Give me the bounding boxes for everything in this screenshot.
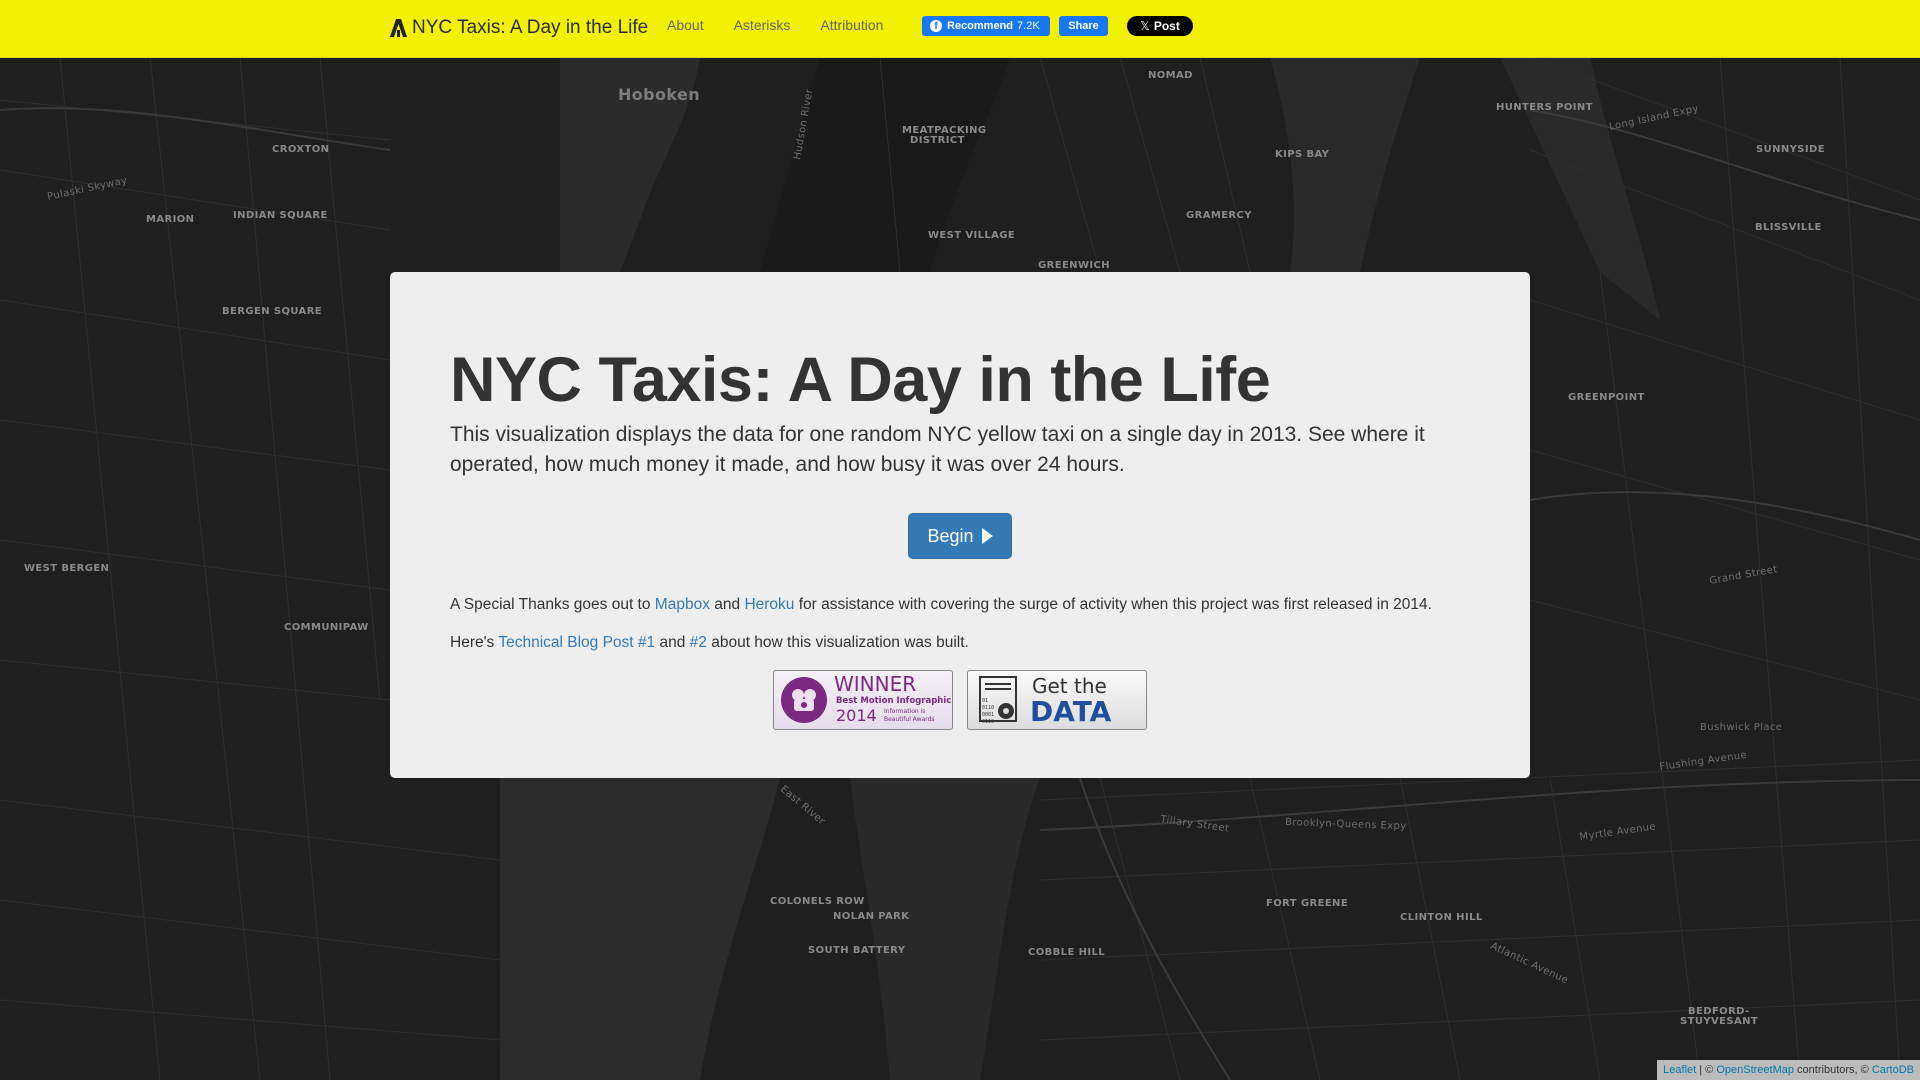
map-label: HUNTERS POINT (1496, 102, 1593, 113)
thanks-text: A Special Thanks goes out to Mapbox and … (450, 595, 1432, 615)
thanks-suffix: for assistance with covering the surge o… (794, 596, 1432, 613)
cartodb-link[interactable]: CartoDB (1872, 1064, 1914, 1076)
blog-prefix: Here's (450, 634, 499, 651)
mapbox-link[interactable]: Mapbox (655, 596, 710, 613)
map-label: DISTRICT (910, 135, 965, 146)
attribution-sep: | © (1696, 1064, 1717, 1076)
blog-and: and (655, 634, 690, 651)
map-label: FORT GREENE (1266, 898, 1348, 909)
map-label: INDIAN SQUARE (233, 210, 328, 221)
begin-button[interactable]: Begin (908, 513, 1012, 559)
page-title: NYC Taxis: A Day in the Life (450, 345, 1271, 415)
map-label: SOUTH BATTERY (808, 945, 906, 956)
x-post-label: Post (1153, 19, 1180, 33)
map-label: Hoboken (618, 85, 700, 104)
data-line2: DATA (1030, 695, 1112, 728)
map-label: NOLAN PARK (833, 911, 910, 922)
blog-post-2-link[interactable]: #2 (690, 634, 707, 651)
blog-post-1-link[interactable]: Technical Blog Post #1 (498, 634, 655, 651)
map-attribution: Leaflet | © OpenStreetMap contributors, … (1657, 1060, 1920, 1080)
map-label: COMMUNIPAW (284, 622, 369, 633)
brand-title: NYC Taxis: A Day in the Life (412, 17, 649, 38)
leaflet-link[interactable]: Leaflet (1663, 1064, 1696, 1076)
map-label: GREENPOINT (1568, 392, 1645, 403)
heroku-link[interactable]: Heroku (744, 596, 794, 613)
begin-label: Begin (927, 525, 974, 546)
play-icon (981, 528, 993, 544)
attribution-contrib: contributors, © (1794, 1064, 1872, 1076)
data-bits-2: 0110 (982, 705, 994, 711)
map-label: NOMAD (1148, 70, 1193, 81)
map-street-label: Bushwick Place (1700, 722, 1782, 733)
facebook-share-button[interactable]: Share (1059, 16, 1108, 36)
facebook-icon: f (930, 20, 942, 32)
map-label: WEST VILLAGE (928, 230, 1015, 241)
map-label: BLISSVILLE (1755, 222, 1822, 233)
thanks-prefix: A Special Thanks goes out to (450, 596, 655, 613)
map-label: BERGEN SQUARE (222, 306, 322, 317)
map-label: STUYVESANT (1680, 1016, 1758, 1027)
data-bits-4: 0110 (982, 719, 994, 725)
nav-asterisks[interactable]: Asterisks (734, 16, 791, 34)
fb-recommend-label: Recommend (947, 20, 1014, 32)
map-label: MARION (146, 214, 194, 225)
nav-about[interactable]: About (667, 16, 704, 34)
fb-share-label: Share (1068, 20, 1099, 32)
winner-badge[interactable]: WINNER Best Motion Infographic 2014 Info… (773, 670, 953, 730)
nav-links: About Asterisks Attribution (667, 16, 913, 34)
top-navbar: NYC Taxis: A Day in the Life About Aster… (0, 0, 1920, 58)
x-post-button[interactable]: 𝕏 Post (1127, 16, 1193, 36)
map-label: KIPS BAY (1275, 149, 1330, 160)
map-label: CROXTON (272, 144, 329, 155)
winner-category: Best Motion Infographic (836, 696, 951, 706)
intro-panel: NYC Taxis: A Day in the Life This visual… (390, 272, 1530, 778)
brand-link[interactable]: NYC Taxis: A Day in the Life (388, 14, 648, 42)
winner-org-line1: Information is (884, 708, 925, 715)
taxi-logo-icon (390, 19, 407, 37)
get-the-data-badge[interactable]: 01 0110 0001 0110 Get the DATA (967, 670, 1147, 730)
data-bits-1: 01 (982, 698, 988, 704)
data-bits-3: 0001 (982, 712, 994, 718)
blog-suffix: about how this visualization was built. (706, 634, 969, 651)
map-label: COBBLE HILL (1028, 947, 1105, 958)
map-label: SUNNYSIDE (1756, 144, 1825, 155)
winner-year: 2014 (836, 706, 877, 725)
thanks-and: and (709, 596, 745, 613)
blog-text: Here's Technical Blog Post #1 and #2 abo… (450, 633, 969, 653)
map-label: COLONELS ROW (770, 896, 865, 907)
x-logo-icon: 𝕏 (1140, 19, 1150, 33)
osm-link[interactable]: OpenStreetMap (1716, 1064, 1794, 1076)
fb-recommend-count: 7.2K (1017, 20, 1040, 32)
map-label: GREENWICH (1038, 260, 1110, 271)
map-label: CLINTON HILL (1400, 912, 1483, 923)
intro-description: This visualization displays the data for… (450, 423, 1425, 476)
map-label: GRAMERCY (1186, 210, 1252, 221)
map-label: WEST BERGEN (24, 563, 109, 574)
winner-title: WINNER (834, 672, 916, 696)
winner-org-line2: Beautiful Awards (884, 716, 935, 723)
nav-attribution[interactable]: Attribution (820, 16, 883, 34)
facebook-recommend-button[interactable]: f Recommend 7.2K (922, 16, 1050, 36)
